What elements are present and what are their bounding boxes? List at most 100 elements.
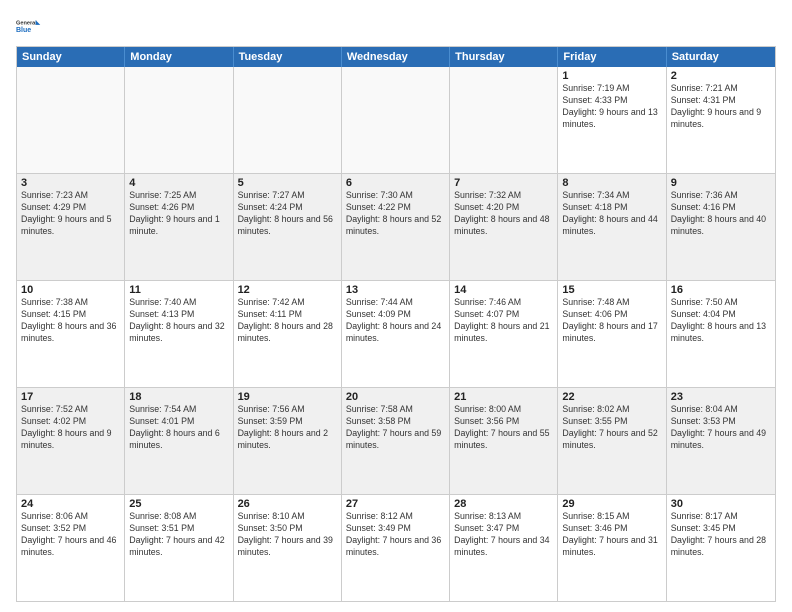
calendar-cell: 22Sunrise: 8:02 AM Sunset: 3:55 PM Dayli… bbox=[558, 388, 666, 494]
calendar-row: 24Sunrise: 8:06 AM Sunset: 3:52 PM Dayli… bbox=[17, 495, 775, 601]
day-number: 12 bbox=[238, 284, 337, 296]
day-number: 20 bbox=[346, 391, 445, 403]
calendar-cell: 9Sunrise: 7:36 AM Sunset: 4:16 PM Daylig… bbox=[667, 174, 775, 280]
calendar-cell: 5Sunrise: 7:27 AM Sunset: 4:24 PM Daylig… bbox=[234, 174, 342, 280]
day-info: Sunrise: 7:58 AM Sunset: 3:58 PM Dayligh… bbox=[346, 404, 445, 452]
day-number: 25 bbox=[129, 498, 228, 510]
day-number: 10 bbox=[21, 284, 120, 296]
day-info: Sunrise: 7:32 AM Sunset: 4:20 PM Dayligh… bbox=[454, 190, 553, 238]
calendar-cell: 19Sunrise: 7:56 AM Sunset: 3:59 PM Dayli… bbox=[234, 388, 342, 494]
svg-text:Blue: Blue bbox=[16, 27, 31, 34]
day-info: Sunrise: 7:52 AM Sunset: 4:02 PM Dayligh… bbox=[21, 404, 120, 452]
day-info: Sunrise: 8:15 AM Sunset: 3:46 PM Dayligh… bbox=[562, 511, 661, 559]
day-number: 23 bbox=[671, 391, 771, 403]
calendar-cell: 23Sunrise: 8:04 AM Sunset: 3:53 PM Dayli… bbox=[667, 388, 775, 494]
calendar-cell: 13Sunrise: 7:44 AM Sunset: 4:09 PM Dayli… bbox=[342, 281, 450, 387]
logo: GeneralBlue bbox=[16, 12, 44, 40]
day-number: 13 bbox=[346, 284, 445, 296]
calendar-cell: 20Sunrise: 7:58 AM Sunset: 3:58 PM Dayli… bbox=[342, 388, 450, 494]
logo-icon: GeneralBlue bbox=[16, 12, 44, 40]
day-number: 18 bbox=[129, 391, 228, 403]
day-number: 7 bbox=[454, 177, 553, 189]
day-info: Sunrise: 7:44 AM Sunset: 4:09 PM Dayligh… bbox=[346, 297, 445, 345]
day-info: Sunrise: 7:19 AM Sunset: 4:33 PM Dayligh… bbox=[562, 83, 661, 131]
day-info: Sunrise: 7:54 AM Sunset: 4:01 PM Dayligh… bbox=[129, 404, 228, 452]
calendar-cell: 15Sunrise: 7:48 AM Sunset: 4:06 PM Dayli… bbox=[558, 281, 666, 387]
page: GeneralBlue SundayMondayTuesdayWednesday… bbox=[0, 0, 792, 612]
day-number: 8 bbox=[562, 177, 661, 189]
day-info: Sunrise: 7:40 AM Sunset: 4:13 PM Dayligh… bbox=[129, 297, 228, 345]
day-info: Sunrise: 8:02 AM Sunset: 3:55 PM Dayligh… bbox=[562, 404, 661, 452]
day-info: Sunrise: 8:00 AM Sunset: 3:56 PM Dayligh… bbox=[454, 404, 553, 452]
calendar-cell bbox=[342, 67, 450, 173]
calendar-cell: 3Sunrise: 7:23 AM Sunset: 4:29 PM Daylig… bbox=[17, 174, 125, 280]
calendar-cell: 4Sunrise: 7:25 AM Sunset: 4:26 PM Daylig… bbox=[125, 174, 233, 280]
calendar-body: 1Sunrise: 7:19 AM Sunset: 4:33 PM Daylig… bbox=[17, 67, 775, 601]
day-info: Sunrise: 8:08 AM Sunset: 3:51 PM Dayligh… bbox=[129, 511, 228, 559]
day-info: Sunrise: 8:12 AM Sunset: 3:49 PM Dayligh… bbox=[346, 511, 445, 559]
day-info: Sunrise: 7:42 AM Sunset: 4:11 PM Dayligh… bbox=[238, 297, 337, 345]
day-number: 28 bbox=[454, 498, 553, 510]
weekday-header: Tuesday bbox=[234, 47, 342, 67]
day-number: 9 bbox=[671, 177, 771, 189]
day-number: 2 bbox=[671, 70, 771, 82]
weekday-header: Monday bbox=[125, 47, 233, 67]
header: GeneralBlue bbox=[16, 12, 776, 40]
calendar-cell: 27Sunrise: 8:12 AM Sunset: 3:49 PM Dayli… bbox=[342, 495, 450, 601]
calendar-cell: 25Sunrise: 8:08 AM Sunset: 3:51 PM Dayli… bbox=[125, 495, 233, 601]
day-number: 29 bbox=[562, 498, 661, 510]
day-number: 26 bbox=[238, 498, 337, 510]
calendar-cell: 11Sunrise: 7:40 AM Sunset: 4:13 PM Dayli… bbox=[125, 281, 233, 387]
calendar-cell: 24Sunrise: 8:06 AM Sunset: 3:52 PM Dayli… bbox=[17, 495, 125, 601]
calendar-cell bbox=[234, 67, 342, 173]
day-number: 17 bbox=[21, 391, 120, 403]
calendar-cell: 8Sunrise: 7:34 AM Sunset: 4:18 PM Daylig… bbox=[558, 174, 666, 280]
svg-text:General: General bbox=[16, 20, 37, 26]
day-number: 27 bbox=[346, 498, 445, 510]
calendar-cell bbox=[450, 67, 558, 173]
day-number: 19 bbox=[238, 391, 337, 403]
day-info: Sunrise: 7:50 AM Sunset: 4:04 PM Dayligh… bbox=[671, 297, 771, 345]
calendar-cell: 30Sunrise: 8:17 AM Sunset: 3:45 PM Dayli… bbox=[667, 495, 775, 601]
calendar-cell: 6Sunrise: 7:30 AM Sunset: 4:22 PM Daylig… bbox=[342, 174, 450, 280]
weekday-header: Sunday bbox=[17, 47, 125, 67]
weekday-header: Thursday bbox=[450, 47, 558, 67]
day-number: 24 bbox=[21, 498, 120, 510]
weekday-header: Saturday bbox=[667, 47, 775, 67]
calendar-cell: 18Sunrise: 7:54 AM Sunset: 4:01 PM Dayli… bbox=[125, 388, 233, 494]
weekday-header: Friday bbox=[558, 47, 666, 67]
day-info: Sunrise: 8:17 AM Sunset: 3:45 PM Dayligh… bbox=[671, 511, 771, 559]
calendar-cell: 10Sunrise: 7:38 AM Sunset: 4:15 PM Dayli… bbox=[17, 281, 125, 387]
calendar: SundayMondayTuesdayWednesdayThursdayFrid… bbox=[16, 46, 776, 602]
day-info: Sunrise: 7:30 AM Sunset: 4:22 PM Dayligh… bbox=[346, 190, 445, 238]
calendar-row: 1Sunrise: 7:19 AM Sunset: 4:33 PM Daylig… bbox=[17, 67, 775, 174]
day-info: Sunrise: 8:13 AM Sunset: 3:47 PM Dayligh… bbox=[454, 511, 553, 559]
day-info: Sunrise: 8:06 AM Sunset: 3:52 PM Dayligh… bbox=[21, 511, 120, 559]
day-info: Sunrise: 7:21 AM Sunset: 4:31 PM Dayligh… bbox=[671, 83, 771, 131]
calendar-cell: 21Sunrise: 8:00 AM Sunset: 3:56 PM Dayli… bbox=[450, 388, 558, 494]
day-number: 16 bbox=[671, 284, 771, 296]
day-info: Sunrise: 7:46 AM Sunset: 4:07 PM Dayligh… bbox=[454, 297, 553, 345]
day-number: 11 bbox=[129, 284, 228, 296]
calendar-cell: 12Sunrise: 7:42 AM Sunset: 4:11 PM Dayli… bbox=[234, 281, 342, 387]
day-number: 5 bbox=[238, 177, 337, 189]
day-number: 3 bbox=[21, 177, 120, 189]
calendar-cell: 14Sunrise: 7:46 AM Sunset: 4:07 PM Dayli… bbox=[450, 281, 558, 387]
day-info: Sunrise: 7:38 AM Sunset: 4:15 PM Dayligh… bbox=[21, 297, 120, 345]
calendar-row: 3Sunrise: 7:23 AM Sunset: 4:29 PM Daylig… bbox=[17, 174, 775, 281]
calendar-cell: 16Sunrise: 7:50 AM Sunset: 4:04 PM Dayli… bbox=[667, 281, 775, 387]
day-info: Sunrise: 7:25 AM Sunset: 4:26 PM Dayligh… bbox=[129, 190, 228, 238]
calendar-cell: 28Sunrise: 8:13 AM Sunset: 3:47 PM Dayli… bbox=[450, 495, 558, 601]
day-info: Sunrise: 7:34 AM Sunset: 4:18 PM Dayligh… bbox=[562, 190, 661, 238]
calendar-row: 10Sunrise: 7:38 AM Sunset: 4:15 PM Dayli… bbox=[17, 281, 775, 388]
calendar-cell: 17Sunrise: 7:52 AM Sunset: 4:02 PM Dayli… bbox=[17, 388, 125, 494]
day-number: 21 bbox=[454, 391, 553, 403]
day-info: Sunrise: 7:27 AM Sunset: 4:24 PM Dayligh… bbox=[238, 190, 337, 238]
day-info: Sunrise: 7:36 AM Sunset: 4:16 PM Dayligh… bbox=[671, 190, 771, 238]
calendar-cell: 1Sunrise: 7:19 AM Sunset: 4:33 PM Daylig… bbox=[558, 67, 666, 173]
calendar-cell: 29Sunrise: 8:15 AM Sunset: 3:46 PM Dayli… bbox=[558, 495, 666, 601]
day-number: 14 bbox=[454, 284, 553, 296]
calendar-cell: 2Sunrise: 7:21 AM Sunset: 4:31 PM Daylig… bbox=[667, 67, 775, 173]
day-info: Sunrise: 7:23 AM Sunset: 4:29 PM Dayligh… bbox=[21, 190, 120, 238]
calendar-cell: 26Sunrise: 8:10 AM Sunset: 3:50 PM Dayli… bbox=[234, 495, 342, 601]
